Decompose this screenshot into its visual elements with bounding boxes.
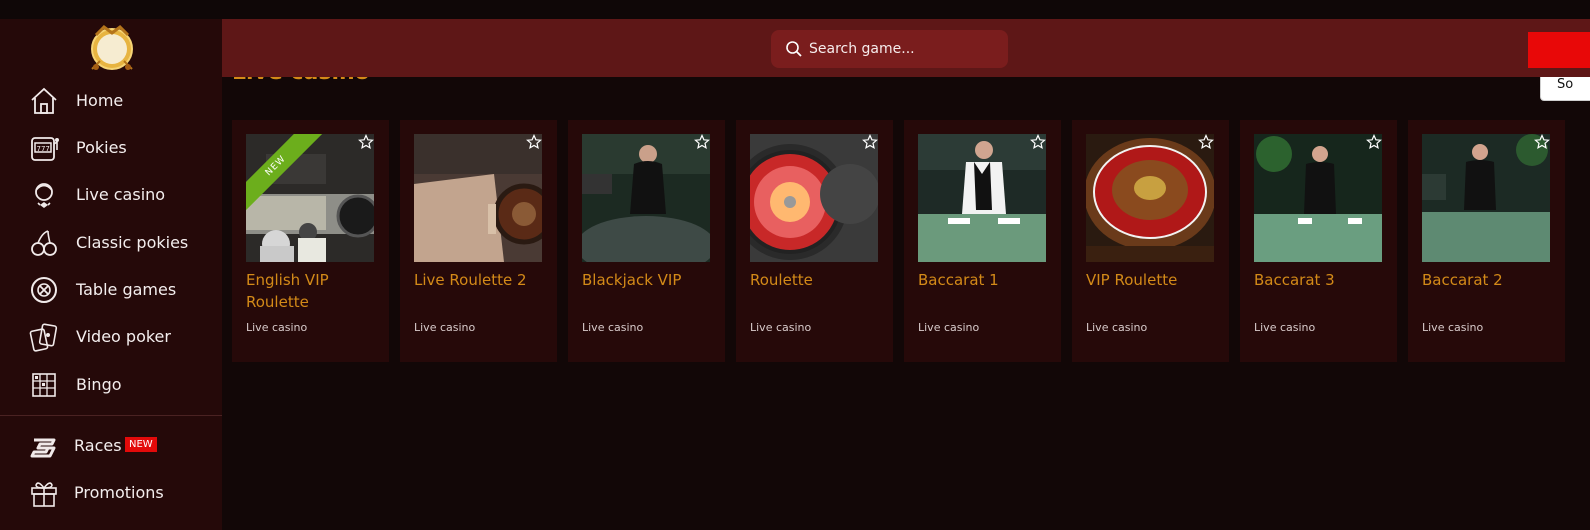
game-category: Live casino <box>1422 321 1484 334</box>
bingo-card-icon <box>32 373 56 397</box>
game-thumbnail <box>1254 134 1382 262</box>
favorite-star-icon[interactable] <box>862 134 878 150</box>
game-card[interactable]: Baccarat 3 Live casino <box>1240 120 1397 362</box>
search-placeholder: Search game... <box>809 41 915 57</box>
game-card[interactable]: NEW English VIP Roulette Live casino <box>232 120 389 362</box>
game-card[interactable]: Live Roulette 2 Live casino <box>400 120 557 362</box>
header-action-button[interactable] <box>1528 32 1590 68</box>
game-title: Baccarat 3 <box>1254 271 1335 289</box>
sidebar-item-video-poker[interactable]: Video poker <box>0 315 222 359</box>
new-ribbon-label: NEW <box>246 134 326 214</box>
blackjack-dealer-image <box>582 134 710 262</box>
game-thumbnail: NEW <box>246 134 374 262</box>
sidebar-item-label: Pokies <box>76 138 127 157</box>
game-category: Live casino <box>750 321 812 334</box>
favorite-star-icon[interactable] <box>1534 134 1550 150</box>
sidebar-item-live-casino[interactable]: Live casino <box>0 173 222 217</box>
game-category: Live casino <box>1254 321 1316 334</box>
top-strip <box>0 0 1590 19</box>
sidebar-item-label: Races <box>74 436 122 455</box>
favorite-star-icon[interactable] <box>358 134 374 150</box>
sidebar-item-classic-pokies[interactable]: Classic pokies <box>0 221 222 265</box>
game-thumbnail <box>582 134 710 262</box>
sidebar-divider <box>0 415 222 416</box>
cards-icon <box>29 323 58 352</box>
sidebar-item-label: Live casino <box>76 185 166 204</box>
new-ribbon: NEW <box>246 134 326 214</box>
favorite-star-icon[interactable] <box>1366 134 1382 150</box>
baccarat-dealer-image <box>918 134 1046 262</box>
baccarat-dealer-image <box>1254 134 1382 262</box>
sidebar-item-label: Bingo <box>76 375 122 394</box>
svg-text:777: 777 <box>37 145 50 153</box>
sidebar-item-label: Promotions <box>74 483 164 502</box>
game-category: Live casino <box>246 321 308 334</box>
sidebar-item-label: Home <box>76 91 124 110</box>
sidebar-item-pokies[interactable]: 777 Pokies <box>0 126 222 170</box>
sidebar-item-label: Table games <box>76 280 177 299</box>
favorite-star-icon[interactable] <box>1030 134 1046 150</box>
game-card[interactable]: Roulette Live casino <box>736 120 893 362</box>
search-input[interactable]: Search game... <box>771 30 1008 68</box>
game-title: Blackjack VIP <box>582 271 682 289</box>
sidebar-item-label: Classic pokies <box>76 233 189 252</box>
new-badge: NEW <box>125 437 157 452</box>
top-header: Search game... <box>222 19 1590 77</box>
casino-logo[interactable] <box>86 23 138 75</box>
game-title: Live Roulette 2 <box>414 271 527 289</box>
races-icon <box>30 438 56 458</box>
home-icon <box>31 87 57 114</box>
favorite-star-icon[interactable] <box>694 134 710 150</box>
game-thumbnail <box>1422 134 1550 262</box>
sidebar-item-promotions[interactable]: Promotions <box>0 471 222 515</box>
game-title: Roulette <box>750 271 813 289</box>
game-card[interactable]: Baccarat 2 Live casino <box>1408 120 1565 362</box>
game-card[interactable]: VIP Roulette Live casino <box>1072 120 1229 362</box>
game-thumbnail <box>750 134 878 262</box>
chip-icon <box>31 277 57 303</box>
dealer-icon <box>35 183 53 208</box>
cherries-icon <box>31 230 57 256</box>
game-card[interactable]: Blackjack VIP Live casino <box>568 120 725 362</box>
game-thumbnail <box>918 134 1046 262</box>
favorite-star-icon[interactable] <box>1198 134 1214 150</box>
game-category: Live casino <box>918 321 980 334</box>
game-thumbnail <box>414 134 542 262</box>
game-title: English VIP Roulette <box>246 271 329 311</box>
sidebar-item-home[interactable]: Home <box>0 79 222 123</box>
game-title: VIP Roulette <box>1086 271 1178 289</box>
game-thumbnail <box>1086 134 1214 262</box>
game-title: Baccarat 1 <box>918 271 999 289</box>
favorite-star-icon[interactable] <box>526 134 542 150</box>
sidebar-item-races[interactable]: Races <box>0 424 222 468</box>
sidebar-item-label: Video poker <box>76 327 171 346</box>
game-card[interactable]: Baccarat 1 Live casino <box>904 120 1061 362</box>
slot-machine-icon: 777 <box>31 137 59 161</box>
gift-icon <box>31 482 57 507</box>
logo-emblem <box>91 25 133 70</box>
sidebar: Home 777 Pokies Live casino Classic poki… <box>0 19 222 530</box>
baccarat-dealer-image <box>1422 134 1550 262</box>
vip-roulette-wheel-image <box>1086 134 1214 262</box>
sidebar-item-table-games[interactable]: Table games <box>0 268 222 312</box>
roulette-wheel-table-image <box>414 134 542 262</box>
roulette-wheel-image <box>750 134 878 262</box>
search-icon <box>786 41 802 57</box>
game-category: Live casino <box>1086 321 1148 334</box>
game-title: Baccarat 2 <box>1422 271 1503 289</box>
game-category: Live casino <box>414 321 476 334</box>
sidebar-item-bingo[interactable]: Bingo <box>0 363 222 407</box>
game-category: Live casino <box>582 321 644 334</box>
